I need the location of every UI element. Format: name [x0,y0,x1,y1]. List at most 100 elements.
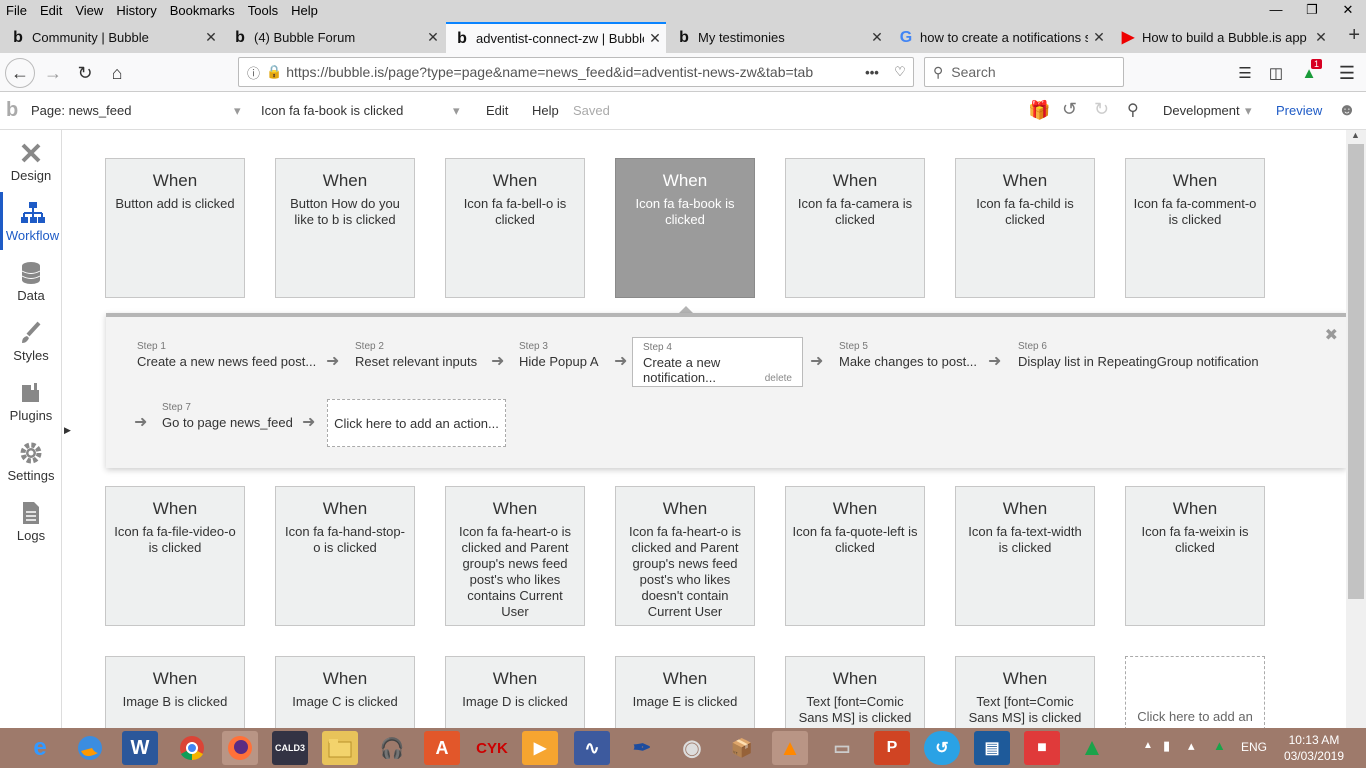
menu-edit[interactable]: Edit [40,3,62,18]
scanner-icon[interactable]: ▭ [824,731,860,765]
close-tab-icon[interactable]: ✕ [644,30,666,47]
close-tab-icon[interactable]: ✕ [866,29,888,46]
monitor-app-icon[interactable]: ▤ [974,731,1010,765]
close-panel-icon[interactable]: ✖ [1325,325,1338,345]
event-card[interactable]: When Image B is clicked [105,656,245,728]
chevron-down-icon[interactable]: ▾ [1245,103,1252,119]
menu-history[interactable]: History [116,3,156,18]
event-card[interactable]: When Icon fa fa-text-width is clicked [955,486,1095,626]
home-icon[interactable]: ⌂ [102,58,132,88]
tab-google-search[interactable]: G how to create a notifications sy ✕ [890,22,1110,53]
workflow-step[interactable]: Step 3 Hide Popup A [519,341,599,369]
help-menu[interactable]: Help [532,103,559,118]
close-tab-icon[interactable]: ✕ [422,29,444,46]
video-player-icon[interactable]: ▶ [522,731,558,765]
event-selector[interactable]: Icon fa fa-book is clicked [261,103,403,118]
sync-app-icon[interactable]: ↺ [924,731,960,765]
vlc-icon[interactable]: ▲ [772,731,808,765]
firefox-dev-icon[interactable] [72,731,108,765]
word-icon[interactable]: W [122,731,158,765]
workflow-step[interactable]: Step 1 Create a new news feed post... [137,341,316,369]
event-card[interactable]: When Text [font=Comic Sans MS] is clicked [955,656,1095,728]
page-selector[interactable]: Page: news_feed [31,103,131,118]
sidebar-item-settings[interactable]: Settings [0,432,62,490]
gift-icon[interactable]: 🎁 [1028,100,1050,121]
network-icon[interactable]: ▴ [1188,738,1195,754]
event-card[interactable]: When Image D is clicked [445,656,585,728]
event-card[interactable]: When Icon fa fa-bell-o is clicked [445,158,585,298]
workflow-step[interactable]: Step 5 Make changes to post... [839,341,977,369]
event-card[interactable]: When Icon fa fa-camera is clicked [785,158,925,298]
drawing-app-icon[interactable]: ∿ [574,731,610,765]
menu-view[interactable]: View [75,3,103,18]
page-actions-icon[interactable]: ••• [857,65,887,80]
event-card[interactable]: When Icon fa fa-child is clicked [955,158,1095,298]
tab-forum[interactable]: b (4) Bubble Forum ✕ [224,22,444,53]
sidebar-item-styles[interactable]: Styles [0,312,62,370]
hamburger-menu-icon[interactable]: ☰ [1332,58,1362,88]
tab-community[interactable]: b Community | Bubble ✕ [2,22,222,53]
acrobat-icon[interactable]: A [424,731,460,765]
archive-icon[interactable]: 📦 [724,731,760,765]
add-action-button[interactable]: Click here to add an action... [327,399,506,447]
environment-selector[interactable]: Development [1163,103,1240,118]
new-tab-icon[interactable]: + [1348,24,1360,47]
tab-youtube[interactable]: ▶ How to build a Bubble.is app - ✕ [1112,22,1332,53]
event-card[interactable]: When Icon fa fa-heart-o is clicked and Pa… [615,486,755,626]
close-tab-icon[interactable]: ✕ [1088,29,1110,46]
language-indicator[interactable]: ENG [1241,740,1267,754]
scrollbar-thumb[interactable] [1348,144,1364,599]
event-card[interactable]: When Button add is clicked [105,158,245,298]
event-card[interactable]: When Icon fa fa-comment-o is clicked [1125,158,1265,298]
event-card[interactable]: When Icon fa fa-heart-o is clicked and Pa… [445,486,585,626]
sidebar-item-workflow[interactable]: Workflow [0,192,62,250]
workflow-step[interactable]: Step 2 Reset relevant inputs [355,341,477,369]
sidebar-toggle-icon[interactable]: ◫ [1261,58,1291,88]
cald3-icon[interactable]: CALD3 [272,731,308,765]
audio-editor-icon[interactable]: 🎧 [374,731,410,765]
close-tab-icon[interactable]: ✕ [200,29,222,46]
menu-bookmarks[interactable]: Bookmarks [170,3,235,18]
power-icon[interactable]: ▮ [1163,738,1170,754]
chrome-icon[interactable] [174,731,210,765]
search-input[interactable]: ⚲ Search [924,57,1124,87]
tray-app-icon[interactable]: ▲ [1213,738,1226,753]
menu-file[interactable]: File [6,3,27,18]
expand-panel-icon[interactable]: ▶ [64,425,71,436]
event-card[interactable]: When Button How do you like to b is click… [275,158,415,298]
workflow-step[interactable]: Step 6 Display list in RepeatingGroup not… [1018,341,1259,369]
add-event-button[interactable]: Click here to add an [1125,656,1265,728]
chevron-down-icon[interactable]: ▾ [453,103,460,119]
sidebar-item-design[interactable]: Design [0,132,62,190]
scroll-up-icon[interactable]: ▲ [1351,130,1360,140]
url-bar[interactable]: ⓘ 🔒 https://bubble.is/page?type=page&nam… [238,57,914,87]
event-card-selected[interactable]: When Icon fa fa-book is clicked [615,158,755,298]
event-card[interactable]: When Icon fa fa-hand-stop-o is clicked [275,486,415,626]
green-triangle-app-icon[interactable]: ▲ [1074,731,1110,765]
workflow-step-selected[interactable]: Step 4 Create a new notification... delete [632,337,803,387]
info-icon[interactable]: ⓘ [247,63,260,82]
event-card[interactable]: When Icon fa fa-quote-left is clicked [785,486,925,626]
user-avatar-icon[interactable]: ☻ [1338,100,1356,120]
minimize-icon[interactable]: — [1258,0,1294,20]
powerpoint-icon[interactable]: P [874,731,910,765]
reload-icon[interactable]: ↻ [70,58,100,88]
chevron-down-icon[interactable]: ▾ [234,103,241,119]
event-card[interactable]: When Image C is clicked [275,656,415,728]
workflow-step[interactable]: Step 7 Go to page news_feed [162,402,293,430]
firefox-icon[interactable] [222,731,258,765]
internet-explorer-icon[interactable]: e [22,731,58,765]
red-app-icon[interactable]: ■ [1024,731,1060,765]
tab-testimonies[interactable]: b My testimonies ✕ [668,22,888,53]
redo-icon[interactable]: ↻ [1094,99,1109,120]
media-player-icon[interactable]: ◉ [674,731,710,765]
edit-menu[interactable]: Edit [486,103,508,118]
event-card[interactable]: When Icon fa fa-weixin is clicked [1125,486,1265,626]
close-tab-icon[interactable]: ✕ [1310,29,1332,46]
undo-icon[interactable]: ↺ [1062,99,1077,120]
url-text[interactable]: https://bubble.is/page?type=page&name=ne… [286,64,857,80]
system-clock[interactable]: 10:13 AM 03/03/2019 [1284,732,1344,764]
forward-icon[interactable]: → [38,58,68,88]
sidebar-item-logs[interactable]: Logs [0,492,62,550]
logo-app-icon[interactable]: CYK [474,731,510,765]
